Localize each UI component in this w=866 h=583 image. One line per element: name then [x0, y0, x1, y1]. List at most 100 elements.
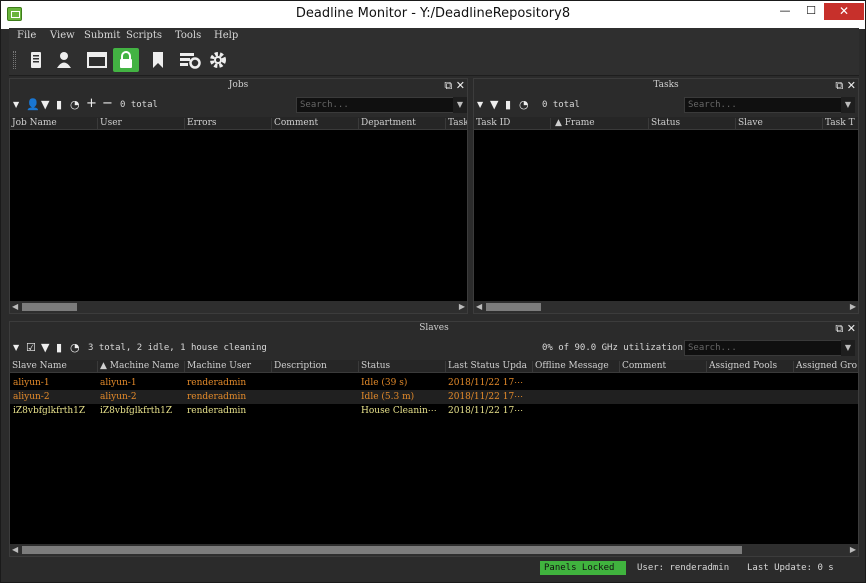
- col-assigned-pools[interactable]: Assigned Pools: [706, 361, 793, 372]
- col-frame[interactable]: ▲ Frame: [550, 118, 648, 129]
- menu-help[interactable]: Help: [214, 30, 238, 41]
- user-icon[interactable]: 👤: [26, 98, 40, 111]
- menu-tools[interactable]: Tools: [175, 30, 201, 41]
- jobs-count: 0 total: [120, 100, 158, 110]
- bookmark-icon[interactable]: ▮: [505, 98, 511, 111]
- dropdown-arrow-icon[interactable]: ▼: [13, 100, 19, 109]
- col-errors[interactable]: Errors: [184, 118, 271, 129]
- scroll-left-icon[interactable]: ◀: [476, 302, 482, 311]
- col-slave[interactable]: Slave: [735, 118, 822, 129]
- col-department[interactable]: Department: [358, 118, 445, 129]
- slave-name: aliyun-1: [13, 378, 50, 388]
- add-icon[interactable]: +: [86, 96, 97, 111]
- tasks-search-dropdown[interactable]: ▼: [841, 97, 855, 113]
- panels-locked-indicator[interactable]: Panels Locked: [540, 561, 626, 575]
- machine-user: renderadmin: [187, 406, 247, 416]
- slave-name: aliyun-2: [13, 392, 50, 402]
- col-user[interactable]: User: [97, 118, 184, 129]
- slaves-column-header: Slave Name ▲ Machine Name Machine User D…: [10, 360, 858, 373]
- menu-submit[interactable]: Submit: [84, 30, 120, 41]
- jobs-search-dropdown[interactable]: ▼: [453, 97, 467, 113]
- close-panel-icon[interactable]: ✕: [847, 79, 856, 92]
- col-task-t[interactable]: Task T: [822, 118, 858, 129]
- col-status[interactable]: Status: [648, 118, 735, 129]
- col-machine-name[interactable]: ▲ Machine Name: [97, 361, 184, 372]
- tasks-column-header: Task ID ▲ Frame Status Slave Task T: [474, 117, 858, 130]
- float-panel-icon[interactable]: ⧉: [835, 322, 843, 335]
- col-assigned-groups[interactable]: Assigned Gro: [793, 361, 858, 372]
- window-icon[interactable]: [84, 48, 110, 72]
- bookmark-icon[interactable]: ▮: [56, 98, 62, 111]
- col-task[interactable]: Task: [445, 118, 467, 129]
- col-comment[interactable]: Comment: [271, 118, 358, 129]
- scroll-thumb[interactable]: [486, 303, 541, 311]
- tasks-hscrollbar[interactable]: ◀ ▶: [474, 301, 858, 313]
- bookmark-icon[interactable]: ▮: [56, 341, 62, 354]
- machine-name: aliyun-1: [100, 378, 137, 388]
- remove-icon[interactable]: −: [102, 96, 113, 111]
- maximize-button[interactable]: ☐: [798, 3, 824, 20]
- repository-icon[interactable]: [23, 48, 49, 72]
- col-status[interactable]: Status: [358, 361, 445, 372]
- utilization-text: 0% of 90.0 GHz utilization: [542, 343, 683, 353]
- float-panel-icon[interactable]: ⧉: [444, 79, 452, 92]
- status-bar: Panels Locked User: renderadmin Last Upd…: [9, 560, 859, 578]
- bookmark-icon[interactable]: [145, 48, 171, 72]
- close-panel-icon[interactable]: ✕: [456, 79, 465, 92]
- col-job-name[interactable]: Job Name: [10, 118, 97, 129]
- filter-icon[interactable]: ▼: [41, 98, 49, 111]
- col-description[interactable]: Description: [271, 361, 358, 372]
- col-last-status-update[interactable]: Last Status Upda: [445, 361, 532, 372]
- col-offline-message[interactable]: Offline Message: [532, 361, 619, 372]
- tasks-search-input[interactable]: Search...: [684, 97, 842, 113]
- tasks-panel-header: Tasks ⧉ ✕: [474, 79, 858, 93]
- jobs-hscrollbar[interactable]: ◀ ▶: [10, 301, 467, 313]
- user-icon[interactable]: [51, 48, 77, 72]
- table-row[interactable]: aliyun-1 aliyun-1 renderadmin Idle (39 s…: [10, 376, 858, 390]
- jobs-search-input[interactable]: Search...: [296, 97, 454, 113]
- dropdown-arrow-icon[interactable]: ▼: [13, 343, 19, 352]
- menu-file[interactable]: File: [17, 30, 36, 41]
- col-task-id[interactable]: Task ID: [474, 118, 550, 129]
- settings-panel-icon[interactable]: [177, 48, 203, 72]
- slaves-search-input[interactable]: Search...: [684, 340, 842, 356]
- menu-view[interactable]: View: [50, 30, 75, 41]
- machine-user: renderadmin: [187, 378, 247, 388]
- main-toolbar: [9, 44, 859, 76]
- col-comment[interactable]: Comment: [619, 361, 706, 372]
- table-row[interactable]: iZ8vbfglkfrth1Z iZ8vbfglkfrth1Z renderad…: [10, 404, 858, 418]
- edit-checkbox-icon[interactable]: ☑: [26, 341, 36, 354]
- float-panel-icon[interactable]: ⧉: [835, 79, 843, 92]
- toolbar-grip[interactable]: [13, 51, 16, 69]
- scroll-right-icon[interactable]: ▶: [850, 302, 856, 311]
- close-panel-icon[interactable]: ✕: [847, 322, 856, 335]
- machine-name: iZ8vbfglkfrth1Z: [100, 406, 173, 416]
- lock-icon[interactable]: [113, 48, 139, 72]
- scroll-thumb[interactable]: [22, 546, 742, 554]
- col-machine-user[interactable]: Machine User: [184, 361, 271, 372]
- filter-icon[interactable]: ▼: [490, 98, 498, 111]
- pie-chart-icon[interactable]: ◔: [519, 98, 529, 111]
- minimize-button[interactable]: —: [772, 3, 798, 20]
- scroll-left-icon[interactable]: ◀: [12, 302, 18, 311]
- gear-icon[interactable]: [205, 48, 231, 72]
- slave-status: Idle (39 s): [361, 378, 408, 388]
- pie-chart-icon[interactable]: ◔: [70, 98, 80, 111]
- menu-scripts[interactable]: Scripts: [126, 30, 162, 41]
- machine-user: renderadmin: [187, 392, 247, 402]
- pie-chart-icon[interactable]: ◔: [70, 341, 80, 354]
- col-slave-name[interactable]: Slave Name: [10, 361, 97, 372]
- slaves-search-dropdown[interactable]: ▼: [841, 340, 855, 356]
- slaves-toolbar: ▼ ☑ ▼ ▮ ◔ 3 total, 2 idle, 1 house clean…: [10, 336, 858, 360]
- scroll-left-icon[interactable]: ◀: [12, 545, 18, 554]
- last-status-update: 2018/11/22 17⋯: [448, 392, 524, 402]
- scroll-right-icon[interactable]: ▶: [850, 545, 856, 554]
- table-row[interactable]: aliyun-2 aliyun-2 renderadmin Idle (5.3 …: [10, 390, 858, 404]
- dropdown-arrow-icon[interactable]: ▼: [477, 100, 483, 109]
- scroll-thumb[interactable]: [22, 303, 77, 311]
- slave-status: House Cleanin⋯: [361, 406, 437, 416]
- close-button[interactable]: ✕: [824, 3, 864, 20]
- scroll-right-icon[interactable]: ▶: [459, 302, 465, 311]
- slaves-hscrollbar[interactable]: ◀ ▶: [10, 544, 858, 556]
- filter-icon[interactable]: ▼: [41, 341, 49, 354]
